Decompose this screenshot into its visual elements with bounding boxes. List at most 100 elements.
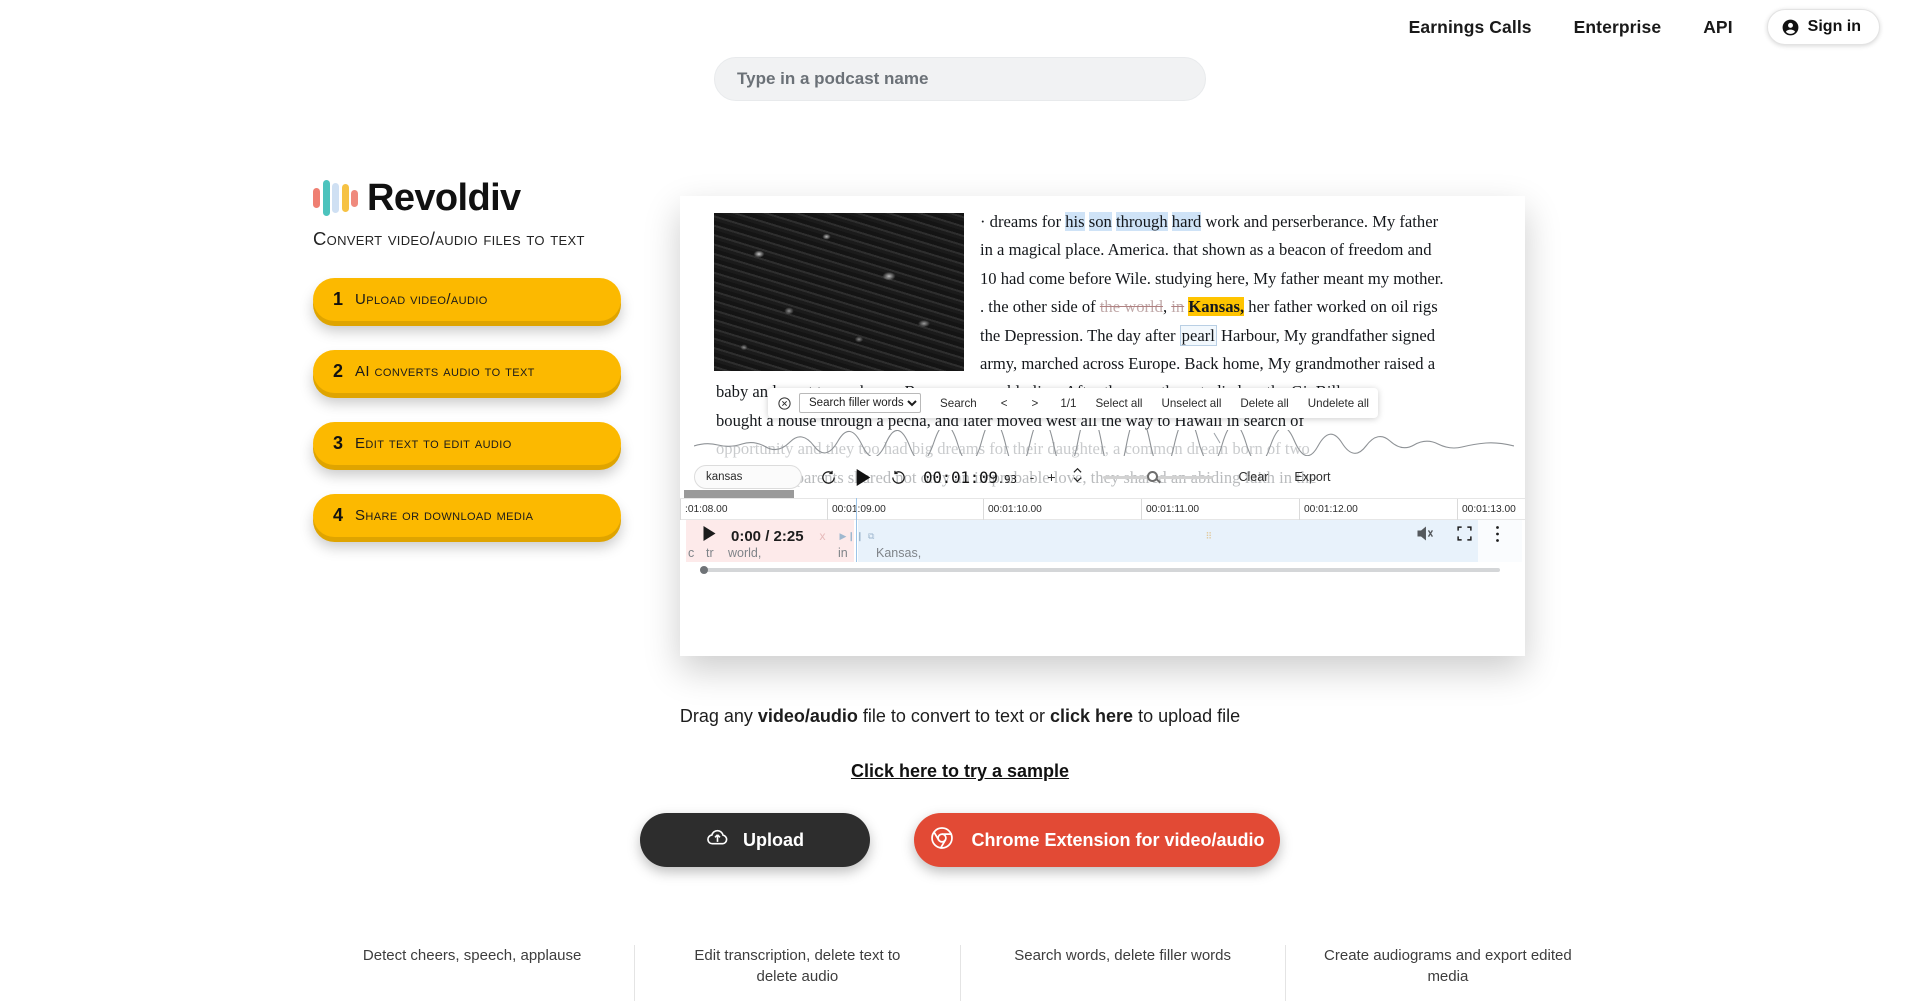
transcript-line[interactable]: 10 had come before Wile. studying here, … <box>980 265 1495 293</box>
audio-waveform <box>694 430 1514 456</box>
transcript-boxed[interactable]: pearl <box>1179 324 1217 346</box>
ruler-tick: 00:01:12.00 <box>1299 499 1358 521</box>
transcript-text[interactable]: army, marched across Europe. Back home, … <box>980 354 1435 373</box>
search-button[interactable]: Search <box>940 397 977 410</box>
timecode-decrement-button[interactable]: - <box>1030 469 1035 485</box>
step-item-3[interactable]: 3 Edit text to edit audio <box>313 422 621 465</box>
transcript-hl-blue[interactable]: through <box>1116 212 1168 231</box>
transcript-text[interactable]: her father worked on oil rigs <box>1244 297 1437 316</box>
transcript-line[interactable]: · dreams for his son through hard work a… <box>980 208 1495 236</box>
match-count: 1/1 <box>1060 396 1077 410</box>
step-item-1[interactable]: 1 Upload video/audio <box>313 278 621 321</box>
steps-list: 1 Upload video/audio 2 AI converts audio… <box>313 278 643 537</box>
ruler-tick: 00:01:13.00 <box>1457 499 1516 521</box>
page-root: Earnings Calls Enterprise API Sign in Re… <box>0 0 1920 1001</box>
ruler-tick: :01:08.00 <box>680 499 728 521</box>
unselect-all-button[interactable]: Unselect all <box>1161 397 1221 410</box>
audio-player-bar: 00:01:09.93 - + Clear Export <box>694 458 1512 496</box>
transcript-text[interactable]: 10 had come before Wile. studying here, … <box>980 269 1444 288</box>
feature-item-4: Create audiograms and export edited medi… <box>1286 945 1610 1001</box>
drag-drop-instruction: Drag any video/audio file to convert to … <box>0 706 1920 727</box>
step-item-2[interactable]: 2 AI converts audio to text <box>313 350 621 393</box>
transcript-line[interactable]: the Depression. The day after pearl Harb… <box>980 322 1495 350</box>
podcast-search-input[interactable] <box>714 57 1206 101</box>
step-label: AI converts audio to text <box>355 363 535 380</box>
transcript-text[interactable]: · dreams for <box>980 212 1065 231</box>
prev-match-button[interactable]: < <box>1001 397 1008 410</box>
drag-suffix: to upload file <box>1133 706 1241 726</box>
chrome-extension-button[interactable]: Chrome Extension for video/audio <box>914 813 1280 867</box>
drag-prefix: Drag any <box>679 706 758 726</box>
upload-label: Upload <box>743 829 804 850</box>
volume-muted-icon[interactable] <box>1415 524 1434 548</box>
transcript-strike[interactable]: the world <box>1100 297 1163 316</box>
filler-words-select[interactable]: Search filler words <box>799 393 922 413</box>
play-icon[interactable] <box>855 468 872 487</box>
delete-all-button[interactable]: Delete all <box>1240 397 1288 410</box>
transcript-text[interactable]: in a magical place. America. that shown … <box>980 240 1432 259</box>
feature-item-3: Search words, delete filler words <box>961 945 1286 1001</box>
nav-earnings-calls[interactable]: Earnings Calls <box>1409 17 1532 38</box>
transcript-hl-blue[interactable]: his <box>1065 212 1085 231</box>
ruler-tick: 00:01:11.00 <box>1141 499 1199 521</box>
transcript-hl-blue[interactable]: hard <box>1171 212 1202 231</box>
transcript-hl-blue[interactable]: son <box>1088 212 1112 231</box>
brand: Revoldiv <box>313 177 643 219</box>
drag-handle-dots[interactable]: ⠿ <box>1205 531 1213 542</box>
clear-button[interactable]: Clear <box>1239 470 1269 484</box>
transcript-strike[interactable]: in <box>1171 297 1184 316</box>
transcript-line[interactable]: in a magical place. America. that shown … <box>980 236 1495 264</box>
transcript-text[interactable]: Harbour, My grandfather signed <box>1217 326 1435 345</box>
player-search-input[interactable] <box>694 465 802 489</box>
transcript-text[interactable]: work and perserberance. My father <box>1201 212 1438 231</box>
timecode-display: 00:01:09.93 <box>923 468 1017 487</box>
transcript-text[interactable]: , <box>1163 297 1171 316</box>
timeline-ruler[interactable]: :01:08.00 00:01:09.00 00:01:10.00 00:01:… <box>680 490 1525 521</box>
transcript-line[interactable]: . the other side of the world, in Kansas… <box>980 293 1495 321</box>
upload-button[interactable]: Upload <box>640 813 870 867</box>
zoom-slider[interactable] <box>1102 470 1213 484</box>
waveform-logo-icon <box>313 177 358 219</box>
try-sample-link[interactable]: Click here to try a sample <box>0 761 1920 782</box>
top-navigation: Earnings Calls Enterprise API Sign in <box>0 0 1920 54</box>
fullscreen-icon[interactable] <box>1456 525 1473 547</box>
click-here-link[interactable]: click here <box>1050 706 1133 726</box>
undelete-all-button[interactable]: Undelete all <box>1308 397 1369 410</box>
step-number: 3 <box>333 433 344 453</box>
chrome-icon <box>929 825 955 856</box>
transcript-hl-yellow[interactable]: Kansas, <box>1188 297 1245 317</box>
export-button[interactable]: Export <box>1294 470 1330 484</box>
chrome-label: Chrome Extension for video/audio <box>971 829 1265 850</box>
step-label: Upload video/audio <box>355 291 488 308</box>
video-progress-bar[interactable] <box>700 566 1500 574</box>
close-mark[interactable]: x <box>820 529 826 543</box>
sign-in-button[interactable]: Sign in <box>1766 9 1880 45</box>
rewind-5-icon[interactable] <box>820 469 837 486</box>
timecode-increment-button[interactable]: + <box>1047 469 1055 485</box>
brand-tagline: Convert video/audio files to text <box>313 228 585 249</box>
feature-item-2: Edit transcription, delete text to delet… <box>635 945 961 1001</box>
transcript-line[interactable]: army, marched across Europe. Back home, … <box>980 350 1495 378</box>
play-icon[interactable] <box>702 525 717 547</box>
select-all-button[interactable]: Select all <box>1095 397 1142 410</box>
timecode-value: 00:01:09 <box>923 467 998 487</box>
step-label: Share or download media <box>355 507 534 524</box>
nav-api[interactable]: API <box>1703 17 1732 38</box>
feature-label: Edit transcription, delete text to delet… <box>694 947 901 985</box>
stepper-updown-icon[interactable] <box>1072 466 1083 489</box>
timeline-scroll-thumb[interactable] <box>684 490 794 498</box>
forward-5-icon[interactable] <box>890 469 907 486</box>
timecode-ms: .93 <box>997 472 1017 486</box>
transcript-text[interactable]: . the other side of <box>980 297 1100 316</box>
close-circle-icon[interactable] <box>777 396 792 411</box>
video-player-controls: 0:00 / 2:25 x ▶❙❙ ⧉ ⠿ <box>688 522 1516 550</box>
sign-in-label: Sign in <box>1807 18 1861 35</box>
step-number: 2 <box>333 361 344 381</box>
nav-enterprise[interactable]: Enterprise <box>1574 17 1662 38</box>
more-vertical-icon[interactable] <box>1495 525 1500 548</box>
transcript-text[interactable]: the Depression. The day after <box>980 326 1180 345</box>
feature-label: Create audiograms and export edited medi… <box>1324 947 1572 985</box>
step-item-4[interactable]: 4 Share or download media <box>313 494 621 537</box>
next-match-button[interactable]: > <box>1032 397 1039 410</box>
transcript-editor[interactable]: · dreams for his son through hard work a… <box>680 196 1525 656</box>
